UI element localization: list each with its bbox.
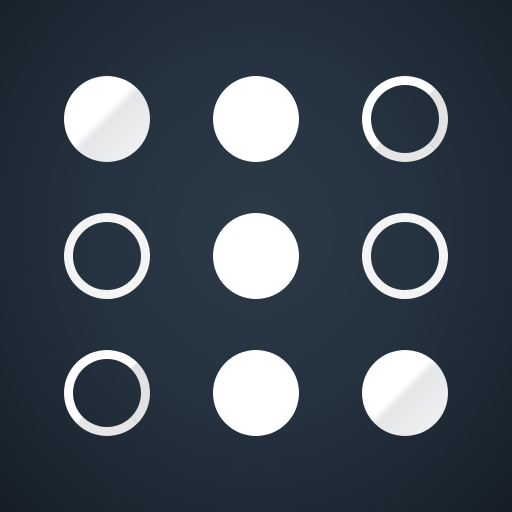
filled-dot-icon <box>213 350 299 436</box>
hollow-dot-icon <box>362 213 448 299</box>
app-icon <box>0 0 512 512</box>
filled-dot-icon <box>213 76 299 162</box>
hollow-dot-icon <box>64 213 150 299</box>
filled-dot-icon <box>362 350 448 436</box>
hollow-dot-icon <box>64 350 150 436</box>
dot-grid <box>64 76 448 436</box>
filled-dot-icon <box>64 76 150 162</box>
filled-dot-icon <box>213 213 299 299</box>
hollow-dot-icon <box>362 76 448 162</box>
